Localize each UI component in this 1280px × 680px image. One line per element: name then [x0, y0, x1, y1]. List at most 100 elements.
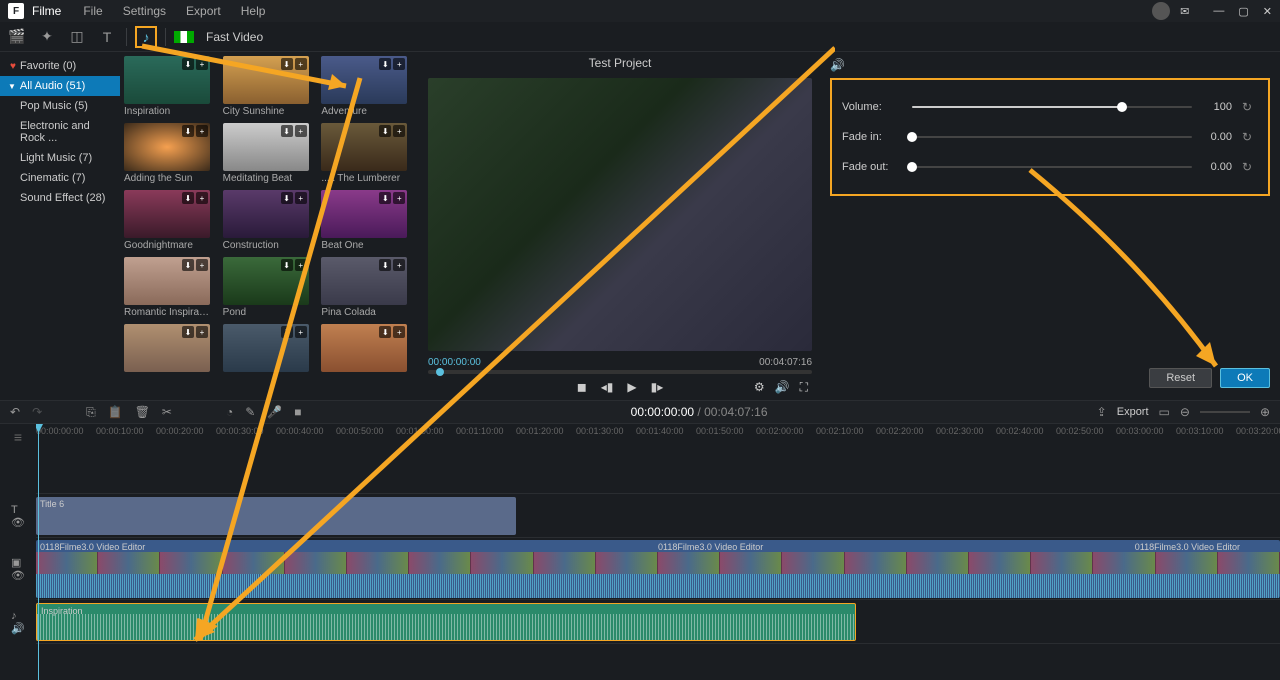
- download-icon: ⬇: [182, 192, 194, 204]
- speaker-icon[interactable]: 🔊: [830, 56, 1270, 74]
- media-icon[interactable]: 🎬: [6, 26, 28, 48]
- zoom-out-icon[interactable]: ⊖: [1180, 405, 1190, 419]
- close-icon[interactable]: ✕: [1263, 5, 1272, 18]
- audio-item[interactable]: ⬇+Beat One: [321, 190, 416, 251]
- menu-settings[interactable]: Settings: [115, 2, 174, 20]
- download-icon: ⬇: [379, 58, 391, 70]
- spacer-track[interactable]: [36, 450, 1280, 494]
- download-icon: ⬇: [182, 259, 194, 271]
- export-icon[interactable]: ⇪: [1097, 405, 1107, 419]
- voice-icon[interactable]: 🎤: [267, 405, 282, 419]
- fadeout-reset-icon[interactable]: ↻: [1242, 160, 1258, 174]
- audio-item[interactable]: ⬇+: [124, 324, 219, 374]
- volume-reset-icon[interactable]: ↻: [1242, 100, 1258, 114]
- audio-item[interactable]: ⬇+Romantic Inspiration: [124, 257, 219, 318]
- fit-icon[interactable]: ▭: [1159, 405, 1170, 419]
- audio-item[interactable]: ⬇+Construction: [223, 190, 318, 251]
- audio-item[interactable]: ⬇+...k The Lumberer: [321, 123, 416, 184]
- download-icon: ⬇: [182, 58, 194, 70]
- category-all-audio[interactable]: ▼ All Audio (51): [0, 76, 120, 96]
- category-cinematic[interactable]: Cinematic (7): [0, 168, 120, 188]
- copy-icon[interactable]: ⎘: [86, 405, 96, 420]
- audio-track-icon[interactable]: ♪🔊: [0, 600, 36, 644]
- category-pop[interactable]: Pop Music (5): [0, 96, 120, 116]
- volume-slider[interactable]: [912, 106, 1192, 108]
- video-track[interactable]: 0118Filme3.0 Video Editor 0118Filme3.0 V…: [36, 538, 1280, 600]
- reset-button[interactable]: Reset: [1149, 368, 1212, 388]
- menu-file[interactable]: File: [75, 2, 110, 20]
- audio-item[interactable]: ⬇+Adding the Sun: [124, 123, 219, 184]
- category-sound-effect[interactable]: Sound Effect (28): [0, 188, 120, 208]
- text-icon[interactable]: T: [96, 26, 118, 48]
- audio-icon[interactable]: ♪: [135, 26, 157, 48]
- app-name: Filme: [32, 4, 61, 18]
- audio-clip[interactable]: Inspiration: [36, 603, 856, 641]
- fadeout-slider[interactable]: [912, 166, 1192, 168]
- playhead[interactable]: [38, 424, 39, 680]
- settings-icon[interactable]: ⚙: [754, 380, 765, 395]
- app-logo: F: [8, 3, 24, 19]
- preview-time-total: 00:04:07:16: [759, 357, 812, 368]
- title-clip[interactable]: Title 6: [36, 497, 516, 535]
- speed-icon[interactable]: ◔: [226, 405, 233, 419]
- flag-icon: [174, 31, 194, 43]
- menu-help[interactable]: Help: [233, 2, 274, 20]
- audio-item[interactable]: ⬇+Inspiration: [124, 56, 219, 117]
- audio-item[interactable]: ⬇+Adventure: [321, 56, 416, 117]
- edit-icon[interactable]: ✎: [245, 405, 255, 419]
- audio-grid[interactable]: ⬇+Inspiration⬇+City Sunshine⬇+Adventure⬇…: [120, 52, 420, 400]
- track-menu-icon[interactable]: ≡: [0, 424, 36, 450]
- text-track-icon[interactable]: T👁: [0, 494, 36, 538]
- audio-item[interactable]: ⬇+Meditating Beat: [223, 123, 318, 184]
- audio-item[interactable]: ⬇+: [321, 324, 416, 374]
- heart-icon: ♥: [10, 61, 16, 72]
- video-clip[interactable]: 0118Filme3.0 Video Editor 0118Filme3.0 V…: [36, 540, 1280, 598]
- menu-export[interactable]: Export: [178, 2, 229, 20]
- download-icon: ⬇: [281, 259, 293, 271]
- export-label[interactable]: Export: [1117, 406, 1149, 418]
- effects-icon[interactable]: ✦: [36, 26, 58, 48]
- play-icon[interactable]: ▶: [627, 380, 636, 394]
- category-light[interactable]: Light Music (7): [0, 148, 120, 168]
- user-avatar[interactable]: [1152, 2, 1170, 20]
- preview-video[interactable]: [428, 78, 812, 351]
- download-icon: ⬇: [182, 125, 194, 137]
- category-electronic[interactable]: Electronic and Rock ...: [0, 116, 120, 148]
- zoom-in-icon[interactable]: ⊕: [1260, 405, 1270, 419]
- mail-icon[interactable]: ✉: [1180, 5, 1189, 18]
- audio-item[interactable]: ⬇+Goodnightmare: [124, 190, 219, 251]
- audio-item[interactable]: ⬇+Pond: [223, 257, 318, 318]
- text-track[interactable]: Title 6: [36, 494, 1280, 538]
- timeline-ruler[interactable]: 00:00:00:0000:00:10:0000:00:20:0000:00:3…: [36, 424, 1280, 450]
- add-icon: +: [295, 192, 307, 204]
- audio-item[interactable]: ⬇+: [223, 324, 318, 374]
- paste-icon[interactable]: 📋: [108, 405, 123, 419]
- maximize-icon[interactable]: ▢: [1238, 5, 1248, 18]
- fadeout-value: 0.00: [1202, 161, 1232, 173]
- delete-icon[interactable]: 🗑: [135, 405, 150, 419]
- ok-button[interactable]: OK: [1220, 368, 1270, 388]
- video-track-icon[interactable]: ▣👁: [0, 538, 36, 600]
- prev-frame-icon[interactable]: ◂▮: [601, 380, 614, 394]
- transitions-icon[interactable]: ◫: [66, 26, 88, 48]
- redo-icon[interactable]: ↷: [32, 405, 42, 419]
- stop-icon[interactable]: ◼: [577, 380, 587, 394]
- favorite-item[interactable]: ♥ Favorite (0): [0, 56, 120, 76]
- add-icon: +: [393, 259, 405, 271]
- properties-panel: 🔊 Volume: 100 ↻ Fade in: 0.00 ↻ Fade out…: [820, 52, 1280, 400]
- split-icon[interactable]: ✂: [162, 405, 172, 419]
- volume-icon[interactable]: 🔊: [775, 380, 790, 395]
- fadein-reset-icon[interactable]: ↻: [1242, 130, 1258, 144]
- audio-track[interactable]: Inspiration: [36, 600, 1280, 644]
- undo-icon[interactable]: ↶: [10, 405, 20, 419]
- fullscreen-icon[interactable]: ⛶: [800, 380, 808, 395]
- minimize-icon[interactable]: —: [1213, 5, 1224, 18]
- timeline: ≡ T👁 ▣👁 ♪🔊 00:00:00:0000:00:10:0000:00:2…: [0, 424, 1280, 680]
- next-frame-icon[interactable]: ▮▸: [651, 380, 664, 394]
- record-icon[interactable]: ■: [294, 405, 301, 419]
- audio-item[interactable]: ⬇+City Sunshine: [223, 56, 318, 117]
- audio-item[interactable]: ⬇+Pina Colada: [321, 257, 416, 318]
- zoom-slider[interactable]: [1200, 411, 1250, 413]
- fast-video-label[interactable]: Fast Video: [206, 30, 263, 44]
- fadein-slider[interactable]: [912, 136, 1192, 138]
